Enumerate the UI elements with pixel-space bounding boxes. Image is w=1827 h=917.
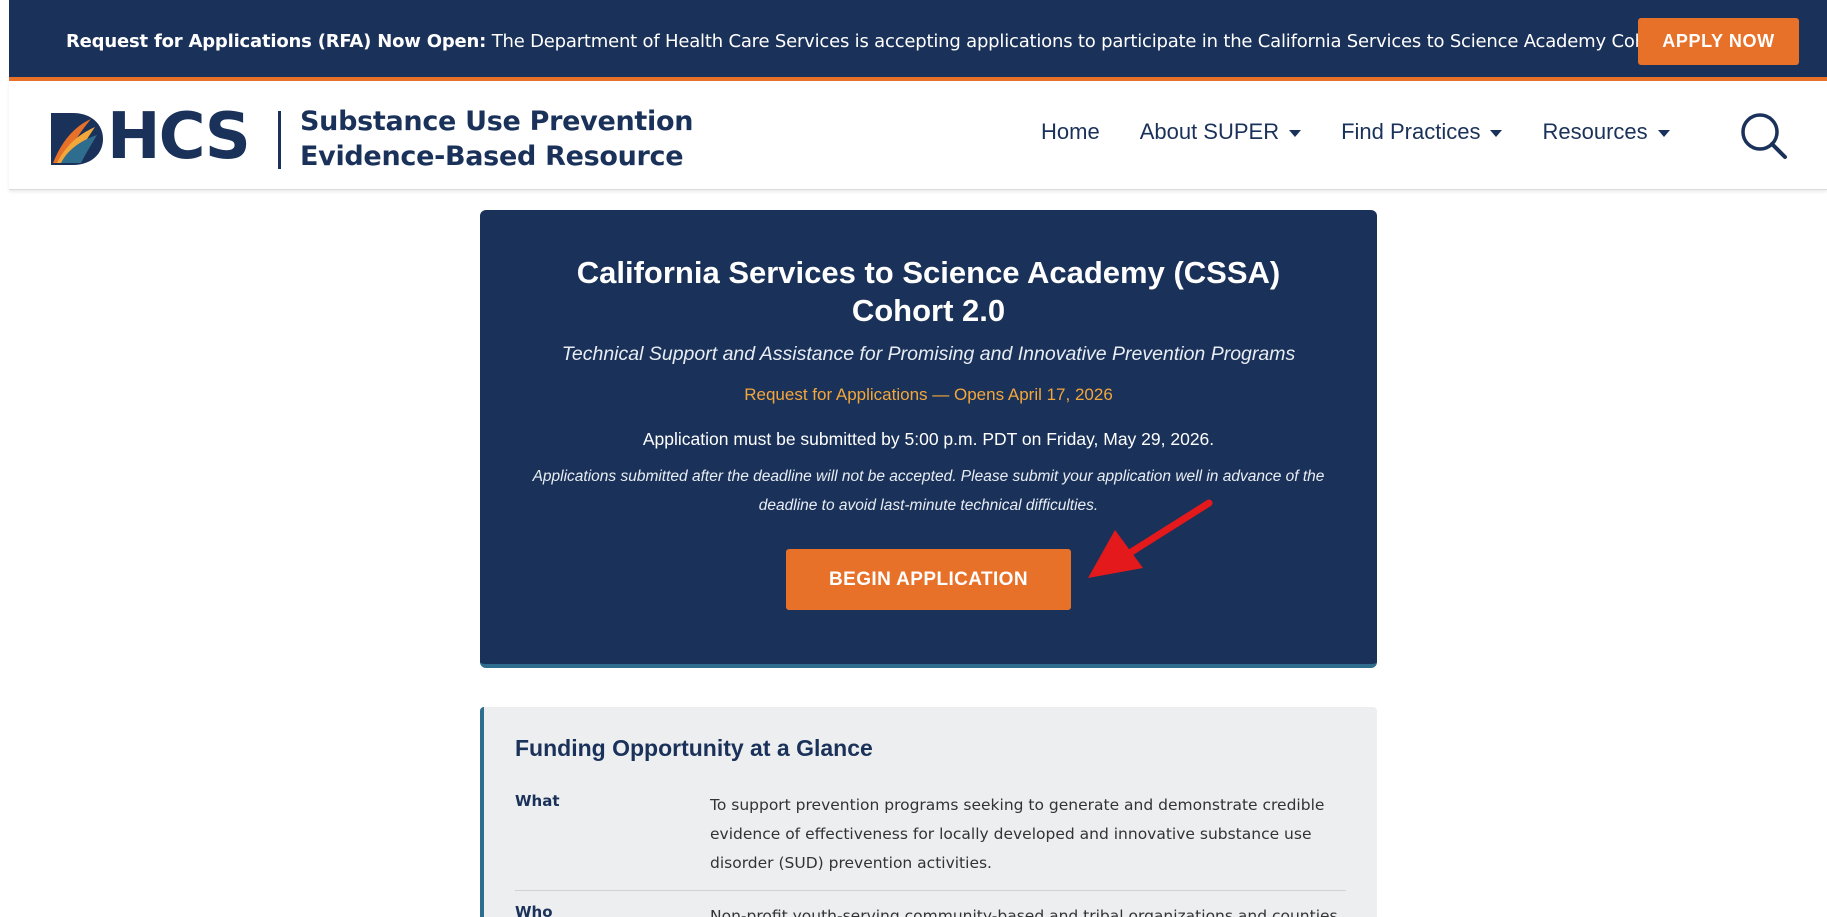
cssa-hero-card: California Services to Science Academy (… xyxy=(480,210,1377,668)
glance-row-what: What To support prevention programs seek… xyxy=(515,792,1346,891)
nav-about-label: About SUPER xyxy=(1139,119,1280,144)
logo-divider xyxy=(278,111,281,169)
logo-letters: HCS xyxy=(101,100,251,174)
logo-letters-text: HCS xyxy=(107,100,251,174)
site-header: HCS Substance Use Prevention Evidence-Ba… xyxy=(9,81,1827,190)
announcement-bar: Request for Applications (RFA) Now Open:… xyxy=(9,0,1827,81)
logo-tagline-line2: Evidence-Based Resource xyxy=(300,141,684,172)
page: Request for Applications (RFA) Now Open:… xyxy=(0,0,1827,917)
hero-title-line2: Cohort 2.0 xyxy=(851,293,1006,328)
caret-down-icon xyxy=(1490,129,1503,137)
glance-value: Non-profit youth-serving community-based… xyxy=(710,907,1338,917)
nav-home-label: Home xyxy=(1041,119,1100,144)
nav-resources[interactable]: Resources xyxy=(1542,119,1670,145)
dhcs-logo-mark-icon xyxy=(51,113,103,165)
glance-label: What xyxy=(515,792,560,810)
nav-home[interactable]: Home xyxy=(1041,119,1100,145)
nav-resources-label: Resources xyxy=(1542,119,1648,144)
announcement-lead: Request for Applications (RFA) Now Open: xyxy=(66,31,487,52)
search-button[interactable] xyxy=(1739,111,1789,161)
glance-label: Who xyxy=(515,903,553,917)
main-nav: Home About SUPER Find Practices Resource… xyxy=(1041,117,1710,147)
glance-value: To support prevention programs seeking t… xyxy=(710,796,1325,872)
begin-application-button[interactable]: BEGIN APPLICATION xyxy=(786,549,1071,610)
caret-down-icon xyxy=(1657,129,1670,137)
hero-title: California Services to Science Academy (… xyxy=(480,254,1377,330)
announcement-text: Request for Applications (RFA) Now Open:… xyxy=(66,31,1710,52)
apply-now-button[interactable]: APPLY NOW xyxy=(1638,18,1799,65)
funding-glance-panel: Funding Opportunity at a Glance What To … xyxy=(480,707,1377,917)
glance-title: Funding Opportunity at a Glance xyxy=(515,735,873,761)
hero-deadline: Application must be submitted by 5:00 p.… xyxy=(642,429,1215,449)
red-arrow-icon xyxy=(1088,499,1213,578)
announcement-body: The Department of Health Care Services i… xyxy=(491,31,1710,52)
hero-subtitle: Technical Support and Assistance for Pro… xyxy=(561,343,1296,365)
hero-rfa-date: Request for Applications — Opens April 1… xyxy=(744,385,1113,404)
hero-title-line1: California Services to Science Academy (… xyxy=(576,255,1281,290)
nav-find-practices[interactable]: Find Practices xyxy=(1341,119,1503,145)
caret-down-icon xyxy=(1289,129,1302,137)
nav-about-super[interactable]: About SUPER xyxy=(1139,119,1302,145)
dhcs-logo[interactable]: HCS Substance Use Prevention Evidence-Ba… xyxy=(51,100,693,174)
search-icon xyxy=(1741,113,1787,159)
nav-find-label: Find Practices xyxy=(1341,119,1481,144)
logo-tagline-line1: Substance Use Prevention xyxy=(300,106,694,137)
